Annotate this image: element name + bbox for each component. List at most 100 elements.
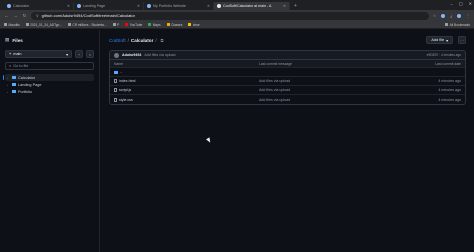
file-name[interactable]: style.css: [119, 98, 133, 102]
browser-tab[interactable]: Calculator ✕: [4, 2, 74, 10]
folder-icon: [12, 83, 16, 86]
window-controls: – ▢ ✕: [451, 1, 472, 6]
breadcrumb-separator: /: [155, 37, 157, 43]
close-window-icon[interactable]: ✕: [469, 1, 472, 6]
header-name: Name: [114, 61, 124, 66]
bookmark-classes[interactable]: Classes: [166, 22, 183, 27]
back-arrow-icon[interactable]: ←: [4, 13, 9, 18]
file-icon: [114, 88, 117, 92]
all-bookmarks[interactable]: All Bookmarks: [445, 23, 470, 27]
parent-directory-label[interactable]: ..: [120, 70, 122, 74]
browser-tab-active[interactable]: CodSoft/Calculator at main - A ✕: [214, 2, 290, 10]
sidebar-collapse-icon[interactable]: ▤: [5, 37, 9, 43]
commit-message-cell[interactable]: Add files via upload: [259, 79, 409, 83]
tab-label: CodSoft/Calculator at main - A: [223, 4, 272, 8]
bookmark-label: Maps: [152, 22, 161, 27]
table-header: Name Last commit message Last commit dat…: [110, 60, 465, 68]
chevron-down-icon: ▾: [66, 52, 68, 57]
commit-author[interactable]: Adulsr9494: [122, 53, 141, 57]
table-row[interactable]: script.js Add files via upload 4 minutes…: [110, 86, 465, 95]
classes-icon: [166, 23, 170, 26]
commit-meta[interactable]: e9f3870 · 4 minutes ago: [427, 53, 461, 57]
tree-item-label: Calculator: [18, 75, 36, 80]
tab-close-icon[interactable]: ✕: [137, 4, 140, 8]
breadcrumb-separator: /: [127, 37, 129, 43]
bookmark-item[interactable]: Maudits: [4, 23, 20, 27]
reload-icon[interactable]: ↻: [22, 13, 27, 19]
more-options-button[interactable]: ⋯: [458, 36, 466, 44]
bookmark-item[interactable]: P: [112, 22, 120, 27]
tab-favicon-icon: [7, 4, 11, 8]
bookmarks-bar: Maudits 2021_01_24_ADTyp... CR millions …: [0, 21, 474, 29]
parent-directory-row[interactable]: ..: [110, 68, 465, 77]
commit-message[interactable]: Add files via upload: [144, 53, 175, 57]
browser-tab[interactable]: Landing Page ✕: [74, 2, 144, 10]
parent-directory-cell: ..: [114, 70, 259, 74]
bookmark-maps[interactable]: Maps: [148, 22, 161, 27]
table-row[interactable]: style.css Add files via upload 4 minutes…: [110, 95, 465, 104]
avatar[interactable]: [114, 52, 119, 58]
forward-arrow-icon[interactable]: →: [13, 13, 18, 18]
sidebar-header: ▤ Files: [5, 36, 94, 44]
file-name-cell: style.css: [114, 97, 259, 102]
commit-message-cell[interactable]: Add files via upload: [259, 88, 409, 92]
branch-row: ⑂ main ▾ + ⌕: [5, 50, 94, 58]
go-to-file-input[interactable]: ⌕ Go to file: [5, 62, 94, 70]
add-file-button[interactable]: Add file ▾: [426, 36, 453, 44]
bookmark-favicon-icon: [4, 23, 7, 26]
tab-label: Landing Page: [83, 4, 106, 8]
add-file-plus-button[interactable]: +: [75, 50, 83, 58]
extension-icon[interactable]: [441, 13, 446, 18]
tab-close-icon[interactable]: ✕: [283, 4, 286, 8]
go-to-file-placeholder: Go to file: [13, 64, 29, 68]
download-icon[interactable]: ⤓: [450, 13, 452, 18]
bookmark-label: P: [117, 22, 120, 27]
browser-tab[interactable]: My Portfolio Website ✕: [144, 2, 214, 10]
tree-item-portfolio[interactable]: › Portfolio: [5, 88, 94, 95]
tab-close-icon[interactable]: ✕: [67, 4, 70, 8]
file-name[interactable]: index.html: [119, 79, 135, 83]
chevron-right-icon[interactable]: ›: [7, 90, 10, 94]
browser-extensions: ☆ ⤓ ⋮: [433, 13, 470, 18]
tree-item-label: Portfolio: [18, 89, 32, 94]
folder-icon: [445, 23, 449, 26]
search-button[interactable]: ⌕: [86, 50, 94, 58]
commit-message-cell[interactable]: Add files via upload: [259, 98, 409, 102]
breadcrumb-current-folder: Calculator: [130, 37, 154, 43]
branch-selector[interactable]: ⑂ main ▾: [5, 50, 72, 58]
file-icon: [114, 79, 117, 83]
url-field[interactable]: ⚲ github.com/Adulsr9494/CodSoft/tree/mai…: [31, 11, 429, 20]
table-row[interactable]: index.html Add files via upload 4 minute…: [110, 77, 465, 86]
bookmark-favicon-icon: [25, 23, 29, 26]
bookmark-cbse[interactable]: cbse: [188, 23, 200, 27]
tree-item-landing-page[interactable]: › Landing Page: [5, 81, 94, 88]
minimize-icon[interactable]: –: [451, 1, 453, 6]
chevron-down-icon: ▾: [446, 38, 448, 43]
branch-icon: ⑂: [9, 52, 12, 56]
bookmark-item[interactable]: 2021_01_24_ADTyp...: [25, 22, 62, 27]
tree-item-calculator[interactable]: › Calculator: [5, 74, 94, 81]
url-text: github.com/Adulsr9494/CodSoft/tree/main/…: [41, 13, 135, 18]
breadcrumb-repo-link[interactable]: CodSoft: [109, 38, 126, 43]
latest-commit-bar: Adulsr9494 Add files via upload e9f3870 …: [109, 50, 466, 60]
bookmark-youtube[interactable]: YouTube: [125, 23, 142, 27]
tab-close-icon[interactable]: ✕: [207, 4, 210, 8]
branch-name: main: [13, 52, 22, 56]
menu-kebab-icon[interactable]: ⋮: [466, 13, 470, 18]
chevron-right-icon[interactable]: ›: [7, 83, 10, 87]
chevron-right-icon[interactable]: ›: [7, 76, 10, 80]
bookmark-item[interactable]: CR millions - Students...: [67, 23, 107, 27]
folder-icon: [114, 70, 118, 74]
bookmark-star-icon[interactable]: ☆: [433, 13, 437, 18]
bookmark-label: Classes: [171, 22, 183, 27]
profile-avatar[interactable]: [457, 13, 461, 18]
site-info-icon[interactable]: ⚲: [36, 14, 39, 18]
bookmark-label: 2021_01_24_ADTyp...: [30, 22, 62, 27]
new-tab-icon[interactable]: +: [290, 2, 301, 10]
file-name[interactable]: script.js: [119, 88, 131, 92]
copy-path-icon[interactable]: ⧉: [161, 38, 164, 43]
tree-item-label: Landing Page: [18, 82, 42, 87]
commit-date-cell: 4 minutes ago: [438, 88, 461, 92]
bookmark-favicon-icon: [67, 23, 71, 26]
maximize-icon[interactable]: ▢: [459, 1, 463, 6]
